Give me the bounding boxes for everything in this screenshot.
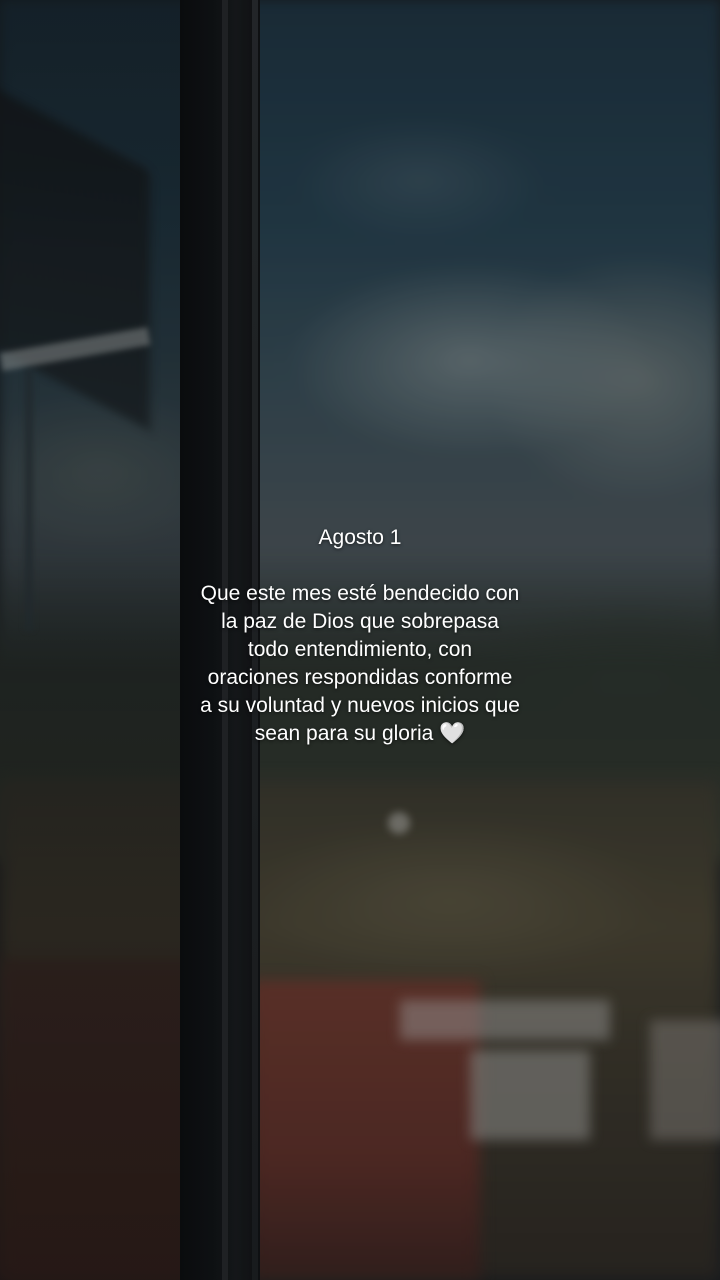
caption-text: Agosto 1 Que este mes esté bendecido con…: [150, 524, 570, 748]
story-background: Agosto 1 Que este mes esté bendecido con…: [0, 0, 720, 1280]
caption-body: Que este mes esté bendecido con la paz d…: [200, 582, 520, 745]
caption-date: Agosto 1: [318, 526, 402, 549]
